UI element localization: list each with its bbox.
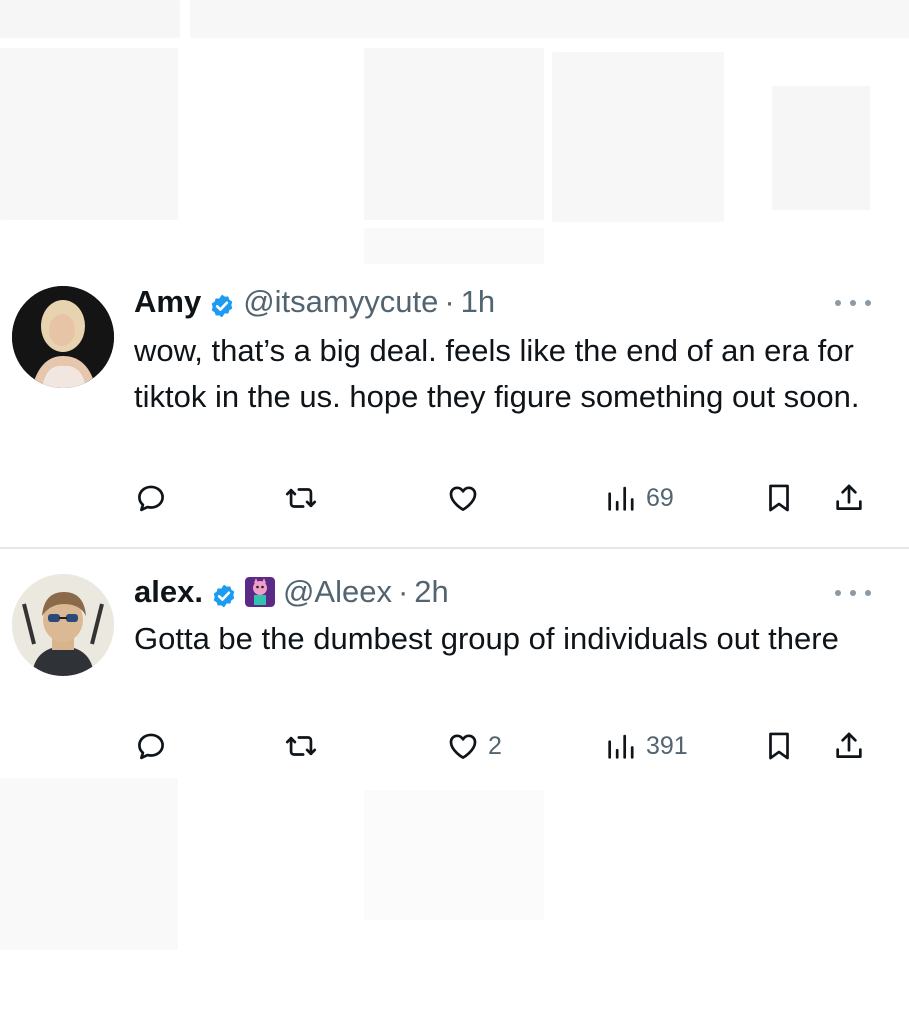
separator-dot: · bbox=[444, 284, 455, 319]
tweet-actions: 2 391 bbox=[134, 726, 874, 766]
tweet-text: wow, that’s a big deal. feels like the e… bbox=[134, 333, 860, 414]
user-handle[interactable]: @itsamyycute bbox=[243, 282, 438, 322]
like-button[interactable] bbox=[446, 478, 488, 518]
bookmark-button[interactable] bbox=[762, 478, 796, 518]
tweet-text: Gotta be the dumbest group of individual… bbox=[134, 621, 839, 656]
timestamp[interactable]: 1h bbox=[461, 282, 495, 322]
views-count: 69 bbox=[646, 483, 674, 512]
display-name[interactable]: alex. bbox=[134, 572, 203, 612]
retweet-button[interactable] bbox=[284, 726, 326, 766]
tweet-header: alex. @Aleex · 2h bbox=[134, 572, 449, 612]
share-icon bbox=[836, 732, 862, 758]
verified-icon bbox=[211, 579, 237, 608]
display-name[interactable]: Amy bbox=[134, 282, 201, 322]
background-ghost-block bbox=[364, 48, 544, 220]
more-icon[interactable] bbox=[835, 298, 871, 308]
share-button[interactable] bbox=[832, 478, 866, 518]
user-handle[interactable]: @Aleex bbox=[283, 572, 392, 612]
reply-button[interactable] bbox=[134, 726, 176, 766]
reply-icon bbox=[138, 733, 164, 760]
retweet-button[interactable] bbox=[284, 478, 326, 518]
background-ghost-block bbox=[364, 228, 544, 264]
background-ghost-block bbox=[772, 86, 870, 210]
avatar[interactable] bbox=[12, 574, 114, 676]
reply-button[interactable] bbox=[134, 478, 176, 518]
separator-dot: · bbox=[397, 574, 409, 609]
views-button[interactable]: 69 bbox=[604, 478, 674, 518]
avatar[interactable] bbox=[12, 286, 114, 388]
views-count: 391 bbox=[646, 731, 688, 760]
background-ghost-block bbox=[0, 778, 178, 950]
verified-icon bbox=[209, 289, 235, 318]
background-ghost-block bbox=[0, 0, 180, 38]
background-ghost-block bbox=[552, 52, 724, 222]
avatar-image bbox=[12, 574, 114, 676]
tweet[interactable]: Amy @itsamyycute · 1h wow, that’s a big … bbox=[0, 278, 909, 546]
tweet-actions: 69 bbox=[134, 478, 874, 518]
share-icon bbox=[836, 484, 862, 510]
background-ghost-block bbox=[190, 0, 909, 38]
more-icon[interactable] bbox=[835, 588, 871, 598]
tweet-divider bbox=[0, 547, 909, 549]
bookmark-icon bbox=[769, 484, 789, 512]
tweet[interactable]: alex. @Aleex · 2h Gotta be the dumbest g… bbox=[0, 560, 909, 772]
like-count: 2 bbox=[488, 731, 502, 760]
retweet-icon bbox=[285, 736, 317, 756]
views-button[interactable]: 391 bbox=[604, 726, 688, 766]
background-ghost-block bbox=[364, 790, 544, 920]
like-icon bbox=[449, 734, 477, 759]
views-icon bbox=[608, 486, 634, 511]
avatar-image bbox=[12, 286, 114, 388]
affiliate-badge-icon[interactable] bbox=[244, 577, 275, 607]
share-button[interactable] bbox=[832, 726, 866, 766]
bookmark-icon bbox=[769, 732, 789, 760]
views-icon bbox=[608, 734, 634, 759]
bookmark-button[interactable] bbox=[762, 726, 796, 766]
timestamp[interactable]: 2h bbox=[414, 572, 448, 612]
like-button[interactable]: 2 bbox=[446, 726, 502, 766]
reply-icon bbox=[138, 485, 164, 512]
tweet-header: Amy @itsamyycute · 1h bbox=[134, 282, 495, 322]
retweet-icon bbox=[285, 488, 317, 508]
like-icon bbox=[449, 486, 477, 511]
background-ghost-block bbox=[0, 48, 178, 220]
